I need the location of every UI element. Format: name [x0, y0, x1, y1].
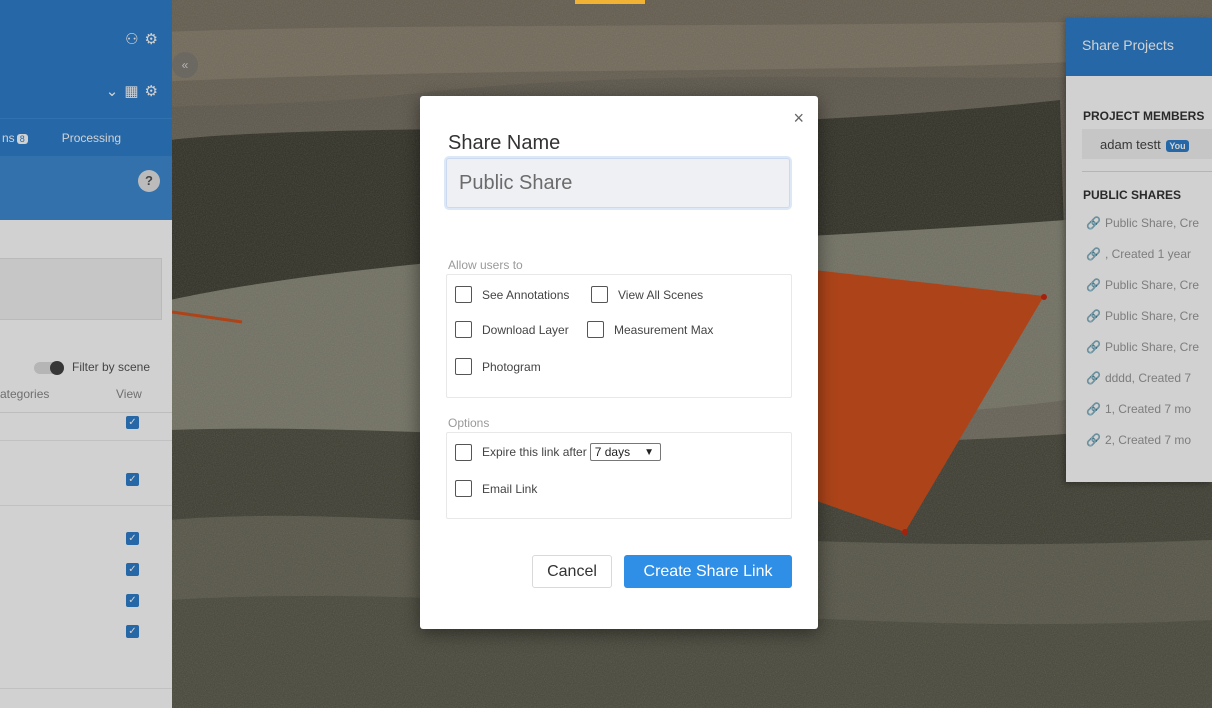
measurement-max-option[interactable]: Measurement Max — [587, 321, 713, 338]
create-share-link-button[interactable]: Create Share Link — [624, 555, 792, 588]
see-annotations-option[interactable]: See Annotations — [455, 286, 569, 303]
allow-users-label: Allow users to — [448, 258, 523, 272]
email-link-checkbox[interactable] — [455, 480, 472, 497]
photogram-checkbox[interactable] — [455, 358, 472, 375]
expire-link-option[interactable]: Expire this link after 7 days ▼ — [455, 443, 661, 461]
view-all-scenes-label: View All Scenes — [618, 287, 704, 302]
options-group: Expire this link after 7 days ▼ Email Lin… — [446, 432, 792, 519]
share-dialog: × Share Name Allow users to See Annotati… — [420, 96, 818, 629]
measurement-max-label: Measurement Max — [614, 322, 714, 337]
close-icon[interactable]: × — [793, 108, 804, 129]
photogram-option[interactable]: Photogram — [455, 358, 541, 375]
email-link-label: Email Link — [482, 481, 538, 496]
share-name-title: Share Name — [448, 132, 561, 154]
top-indicator — [575, 0, 645, 4]
download-layer-checkbox[interactable] — [455, 321, 472, 338]
email-link-option[interactable]: Email Link — [455, 480, 537, 497]
permissions-group: See Annotations View All Scenes Download… — [446, 274, 792, 398]
see-annotations-label: See Annotations — [482, 287, 570, 302]
expire-link-checkbox[interactable] — [455, 443, 472, 461]
download-layer-option[interactable]: Download Layer — [455, 321, 569, 338]
expire-duration-select[interactable]: 7 days ▼ — [589, 443, 661, 461]
chevron-down-icon: ▼ — [644, 446, 654, 458]
expire-duration-value: 7 days — [594, 445, 631, 459]
share-name-input[interactable] — [446, 158, 790, 208]
download-layer-label: Download Layer — [482, 322, 569, 337]
view-all-scenes-checkbox[interactable] — [591, 286, 608, 303]
see-annotations-checkbox[interactable] — [455, 286, 472, 303]
view-all-scenes-option[interactable]: View All Scenes — [591, 286, 703, 303]
photogram-label: Photogram — [482, 359, 541, 374]
options-label: Options — [448, 416, 490, 430]
cancel-button[interactable]: Cancel — [532, 555, 612, 588]
measurement-max-checkbox[interactable] — [587, 321, 604, 338]
expire-link-label: Expire this link after — [482, 445, 587, 459]
